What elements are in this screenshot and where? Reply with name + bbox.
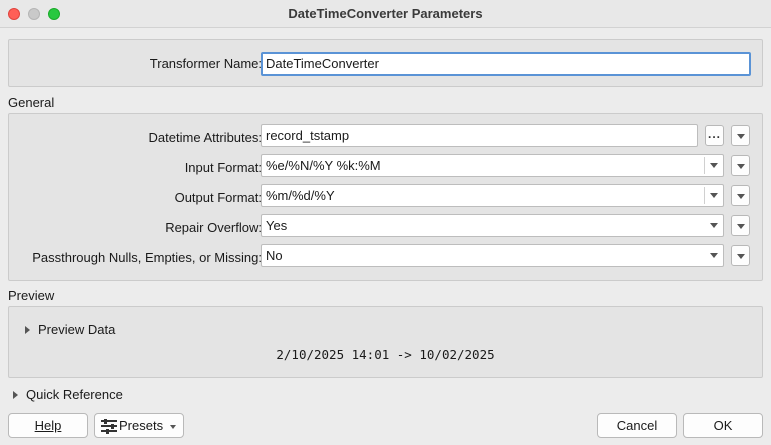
transformer-name-label: Transformer Name: [149, 56, 262, 71]
input-format-menu-button[interactable] [731, 155, 750, 176]
preview-data-label: Preview Data [38, 322, 116, 337]
sliders-icon [101, 419, 117, 434]
quick-reference-toggle[interactable]: Quick Reference [13, 387, 123, 402]
window-title: DateTimeConverter Parameters [288, 6, 483, 21]
chevron-down-icon [737, 224, 745, 229]
transformer-name-input[interactable]: DateTimeConverter [261, 52, 751, 76]
datetime-attributes-browse-button[interactable]: ... [705, 125, 724, 146]
chevron-down-icon [170, 425, 176, 429]
chevron-right-icon [13, 390, 18, 399]
chevron-down-icon [737, 254, 745, 259]
transformer-name-panel: Transformer Name: DateTimeConverter [8, 39, 763, 87]
cancel-button[interactable]: Cancel [597, 413, 677, 438]
passthrough-select[interactable]: No [261, 244, 724, 267]
ok-button[interactable]: OK [683, 413, 763, 438]
input-format-value: %e/%N/%Y %k:%M [266, 158, 381, 173]
preview-data-toggle[interactable]: Preview Data [25, 322, 115, 337]
chevron-down-icon [737, 134, 745, 139]
input-format-label: Input Format: [184, 160, 262, 175]
general-panel: Datetime Attributes: record_tstamp ... I… [8, 113, 763, 281]
general-section-label: General [8, 95, 55, 110]
input-format-combo[interactable]: %e/%N/%Y %k:%M [261, 154, 724, 177]
preview-panel: Preview Data 2/10/2025 14:01 -> 10/02/20… [8, 306, 763, 378]
presets-button-label: Presets [119, 418, 164, 433]
chevron-down-icon [710, 193, 718, 198]
output-format-label: Output Format: [174, 190, 262, 205]
output-format-menu-button[interactable] [731, 185, 750, 206]
datetime-attributes-label: Datetime Attributes: [148, 130, 262, 145]
quick-reference-label: Quick Reference [26, 387, 123, 402]
help-button-label: Help [34, 418, 62, 433]
chevron-down-icon [737, 194, 745, 199]
chevron-right-icon [25, 325, 30, 334]
chevron-down-icon [710, 223, 718, 228]
output-format-combo[interactable]: %m/%d/%Y [261, 184, 724, 207]
presets-button[interactable]: Presets [94, 413, 184, 438]
output-format-value: %m/%d/%Y [266, 188, 335, 203]
repair-overflow-select[interactable]: Yes [261, 214, 724, 237]
repair-overflow-menu-button[interactable] [731, 215, 750, 236]
ellipsis-icon: ... [707, 127, 721, 141]
passthrough-menu-button[interactable] [731, 245, 750, 266]
preview-result: 2/10/2025 14:01 -> 10/02/2025 [276, 347, 495, 362]
repair-overflow-label: Repair Overflow: [165, 220, 262, 235]
chevron-down-icon [710, 163, 718, 168]
chevron-down-icon [737, 164, 745, 169]
passthrough-value: No [266, 248, 283, 263]
passthrough-label: Passthrough Nulls, Empties, or Missing: [32, 250, 262, 265]
preview-section-label: Preview [8, 288, 55, 303]
datetime-attributes-menu-button[interactable] [731, 125, 750, 146]
datetime-attributes-input[interactable]: record_tstamp [261, 124, 698, 147]
title-bar: DateTimeConverter Parameters [0, 0, 771, 28]
chevron-down-icon [710, 253, 718, 258]
help-button[interactable]: Help [8, 413, 88, 438]
repair-overflow-value: Yes [266, 218, 288, 233]
